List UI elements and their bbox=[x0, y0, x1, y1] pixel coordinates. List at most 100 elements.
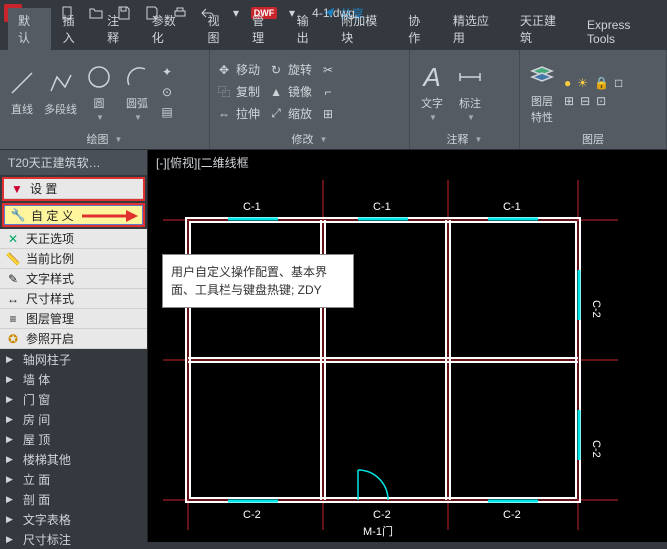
svg-text:C-2: C-2 bbox=[503, 509, 521, 521]
tree-item-dim[interactable]: ▶尺寸标注 bbox=[0, 529, 147, 549]
tab-view[interactable]: 视图 bbox=[198, 8, 241, 50]
layer-tool-icon[interactable]: ⊞ bbox=[564, 94, 574, 108]
tab-insert[interactable]: 插入 bbox=[53, 8, 96, 50]
tab-default[interactable]: 默认 bbox=[8, 8, 51, 50]
copy-button[interactable]: ⿻复制 bbox=[216, 82, 260, 102]
text-button[interactable]: A 文字▼ bbox=[416, 61, 448, 122]
svg-text:C-2: C-2 bbox=[373, 509, 391, 521]
svg-text:C-2: C-2 bbox=[590, 300, 602, 318]
ribbon-group-draw: 直线 多段线 圆▼ 圆弧▼ ✦ ⊙ ▤ 绘图▼ bbox=[0, 50, 210, 149]
drawing-canvas[interactable]: [-][俯视][二维线框 bbox=[148, 150, 667, 542]
tab-collab[interactable]: 协作 bbox=[398, 8, 441, 50]
dimension-icon bbox=[454, 61, 486, 93]
array-button[interactable]: ⊞ bbox=[320, 104, 336, 124]
tab-annotate[interactable]: 注释 bbox=[97, 8, 140, 50]
tab-manage[interactable]: 管理 bbox=[242, 8, 285, 50]
copy-icon: ⿻ bbox=[216, 84, 232, 100]
tab-tangent[interactable]: 天正建筑 bbox=[510, 8, 575, 50]
expand-icon: ▶ bbox=[6, 434, 13, 445]
dim-icon: ↔ bbox=[6, 292, 20, 306]
circle-button[interactable]: 圆▼ bbox=[83, 61, 115, 122]
tree-item-texttable[interactable]: ▶文字表格 bbox=[0, 509, 147, 529]
square-icon[interactable]: □ bbox=[615, 76, 622, 90]
move-icon: ✥ bbox=[216, 62, 232, 78]
layer-props-icon bbox=[526, 59, 558, 91]
tool-icon[interactable]: ✦ bbox=[159, 64, 175, 80]
ribbon-group-modify: ✥移动 ↻旋转 ✂ ⿻复制 ▲镜像 ⌐ ⇔拉伸 ⤢缩放 ⊞ 修改▼ bbox=[210, 50, 410, 149]
circle-icon bbox=[83, 61, 115, 93]
fillet-button[interactable]: ⌐ bbox=[320, 82, 336, 102]
tab-parametric[interactable]: 参数化 bbox=[142, 8, 196, 50]
expand-icon: ▶ bbox=[6, 514, 13, 525]
trim-button[interactable]: ✂ bbox=[320, 60, 336, 80]
scale-icon: ⤢ bbox=[268, 106, 284, 122]
layermgr-item[interactable]: ≡图层管理 bbox=[0, 309, 147, 329]
tree-item-stair[interactable]: ▶楼梯其他 bbox=[0, 449, 147, 469]
hatch-icon[interactable]: ▤ bbox=[159, 104, 175, 120]
tree-item-axis[interactable]: ▶轴网柱子 bbox=[0, 349, 147, 369]
expand-icon: ▶ bbox=[6, 354, 13, 365]
settings-item[interactable]: ▼ 设 置 bbox=[4, 179, 143, 199]
trim-icon: ✂ bbox=[320, 62, 336, 78]
move-button[interactable]: ✥移动 bbox=[216, 60, 260, 80]
layer-tool-icon[interactable]: ⊟ bbox=[580, 94, 590, 108]
sun-icon[interactable]: ☀ bbox=[577, 76, 588, 90]
arc-button[interactable]: 圆弧▼ bbox=[121, 61, 153, 122]
arc-icon bbox=[121, 61, 153, 93]
workspace: T20天正建筑软… ▼ 设 置 🔧 自 定 义 ✕天正选项 📏当前比例 ✎文字样… bbox=[0, 150, 667, 542]
polyline-button[interactable]: 多段线 bbox=[44, 67, 77, 117]
line-button[interactable]: 直线 bbox=[6, 67, 38, 117]
expand-icon: ▶ bbox=[6, 374, 13, 385]
stretch-button[interactable]: ⇔拉伸 bbox=[216, 104, 260, 124]
ribbon-group-layers: 图层 特性 ● ☀ 🔒 □ ⊞ ⊟ ⊡ 图层 bbox=[520, 50, 667, 149]
custom-item[interactable]: 🔧 自 定 义 bbox=[4, 205, 143, 225]
cross-icon: ✕ bbox=[6, 232, 20, 246]
layers-icon: ≡ bbox=[6, 312, 20, 326]
text-icon: A bbox=[416, 61, 448, 93]
ribbon-group-annotate: A 文字▼ 标注▼ 注释▼ bbox=[410, 50, 520, 149]
tool-icon[interactable]: ⊙ bbox=[159, 84, 175, 100]
document-title: 4-1.dwg bbox=[312, 6, 355, 20]
text-icon: ✎ bbox=[6, 272, 20, 286]
scale-button[interactable]: ⤢缩放 bbox=[268, 104, 312, 124]
layer-tool-icon[interactable]: ⊡ bbox=[596, 94, 606, 108]
expand-icon: ▶ bbox=[6, 394, 13, 405]
tree-item-wall[interactable]: ▶墙 体 bbox=[0, 369, 147, 389]
polyline-icon bbox=[45, 67, 77, 99]
textstyle-item[interactable]: ✎文字样式 bbox=[0, 269, 147, 289]
tooltip: 用户自定义操作配置、基本界面、工具栏与键盘热键; ZDY bbox=[162, 254, 354, 308]
floor-plan-drawing: C-1 C-1 C-1 C-2 C-2 C-2 C-2 C-2 M-1门 bbox=[148, 150, 667, 542]
expand-icon: ▶ bbox=[6, 494, 13, 505]
dimstyle-item[interactable]: ↔尺寸样式 bbox=[0, 289, 147, 309]
bulb-icon[interactable]: ● bbox=[564, 76, 571, 90]
refopen-item[interactable]: ✪参照开启 bbox=[0, 329, 147, 349]
tree-item-section[interactable]: ▶剖 面 bbox=[0, 489, 147, 509]
fillet-icon: ⌐ bbox=[320, 84, 336, 100]
side-panel-title: T20天正建筑软… bbox=[0, 150, 147, 175]
mirror-button[interactable]: ▲镜像 bbox=[268, 82, 312, 102]
svg-text:C-1: C-1 bbox=[243, 201, 261, 213]
tree-item-elev[interactable]: ▶立 面 bbox=[0, 469, 147, 489]
annotation-box-1: ▼ 设 置 bbox=[2, 177, 145, 201]
expand-icon: ▶ bbox=[6, 534, 13, 545]
side-panel: T20天正建筑软… ▼ 设 置 🔧 自 定 义 ✕天正选项 📏当前比例 ✎文字样… bbox=[0, 150, 148, 542]
lock-icon[interactable]: 🔒 bbox=[594, 76, 609, 90]
expand-icon: ▶ bbox=[6, 474, 13, 485]
scale-item[interactable]: 📏当前比例 bbox=[0, 249, 147, 269]
dimension-button[interactable]: 标注▼ bbox=[454, 61, 486, 122]
stretch-icon: ⇔ bbox=[216, 106, 232, 122]
mirror-icon: ▲ bbox=[268, 84, 284, 100]
tree-item-room[interactable]: ▶房 间 bbox=[0, 409, 147, 429]
layer-props-button[interactable]: 图层 特性 bbox=[526, 59, 558, 125]
tab-featured[interactable]: 精选应用 bbox=[443, 8, 508, 50]
svg-text:M-1门: M-1门 bbox=[363, 524, 393, 538]
tz-option-item[interactable]: ✕天正选项 bbox=[0, 229, 147, 249]
ref-icon: ✪ bbox=[6, 332, 20, 346]
rotate-button[interactable]: ↻旋转 bbox=[268, 60, 312, 80]
svg-text:C-2: C-2 bbox=[590, 440, 602, 458]
annotation-box-2: 🔧 自 定 义 bbox=[2, 203, 145, 227]
tree-item-roof[interactable]: ▶屋 顶 bbox=[0, 429, 147, 449]
rotate-icon: ↻ bbox=[268, 62, 284, 78]
tab-express[interactable]: Express Tools bbox=[577, 14, 667, 50]
tree-item-door[interactable]: ▶门 窗 bbox=[0, 389, 147, 409]
